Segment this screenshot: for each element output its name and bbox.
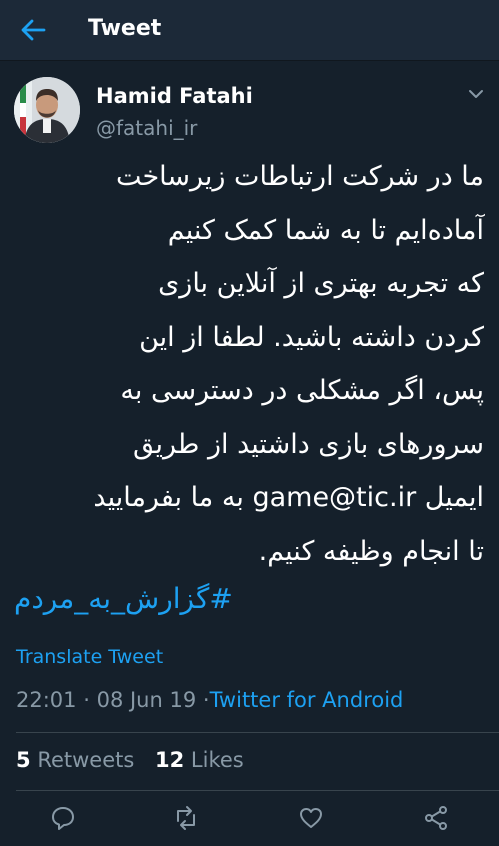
tweet-meta: 22:01 · 08 Jun 19 ·Twitter for Android	[16, 688, 403, 712]
tweet-line: سرورهای بازی داشتید از طریق	[132, 428, 484, 460]
tweet-text: ما در شرکت ارتباطات زیرساخت آماده‌ایم تا…	[14, 150, 484, 578]
retweet-icon[interactable]	[173, 805, 199, 831]
divider	[16, 790, 499, 791]
tweet-line-part: ایمیل	[424, 482, 484, 513]
translate-tweet-link[interactable]: Translate Tweet	[16, 646, 163, 668]
chevron-down-icon[interactable]	[468, 88, 484, 100]
tweet-time: 22:01	[16, 688, 77, 712]
tweet-date: 08 Jun 19	[96, 688, 197, 712]
tweet-line: ایمیل game@tic.ir به ما بفرمایید	[14, 471, 484, 525]
share-icon[interactable]	[423, 805, 449, 831]
email-link[interactable]: game@tic.ir	[252, 482, 416, 513]
tweet-stats: 5 Retweets 12 Likes	[16, 748, 258, 772]
divider	[16, 732, 499, 733]
avatar[interactable]	[14, 77, 80, 143]
author-handle[interactable]: @fatahi_ir	[96, 116, 197, 140]
likes-stat[interactable]: 12 Likes	[155, 748, 244, 772]
tweet-line: ما در شرکت ارتباطات زیرساخت	[115, 161, 484, 192]
arrow-left-icon[interactable]	[20, 18, 46, 42]
hashtag-link[interactable]: #گزارش_به_مردم	[14, 582, 484, 615]
tweet-line: تا انجام وظیفه کنیم.	[258, 535, 484, 567]
tweet-line: پس، اگر مشکلی در دسترسی به	[120, 375, 484, 406]
tweet-line: آماده‌ایم تا به شما کمک کنیم	[167, 214, 484, 246]
likes-count: 12	[155, 748, 185, 772]
top-bar: Tweet	[0, 0, 499, 61]
retweets-count: 5	[16, 748, 31, 772]
retweets-stat[interactable]: 5 Retweets	[16, 748, 134, 772]
meta-separator: ·	[202, 688, 210, 712]
source-link[interactable]: Twitter for Android	[210, 688, 404, 712]
tweet-line: که تجربه بهتری از آنلاین بازی	[158, 268, 484, 299]
author-name[interactable]: Hamid Fatahi	[96, 84, 253, 108]
likes-label: Likes	[190, 748, 244, 772]
reply-icon[interactable]	[50, 805, 76, 831]
tweet-line: کردن داشته باشید. لطفا از این	[139, 321, 484, 353]
retweets-label: Retweets	[37, 748, 135, 772]
meta-separator: ·	[83, 688, 90, 712]
tweet-line-part: به ما بفرمایید	[93, 482, 244, 513]
like-icon[interactable]	[298, 805, 324, 831]
page-title: Tweet	[88, 16, 162, 41]
